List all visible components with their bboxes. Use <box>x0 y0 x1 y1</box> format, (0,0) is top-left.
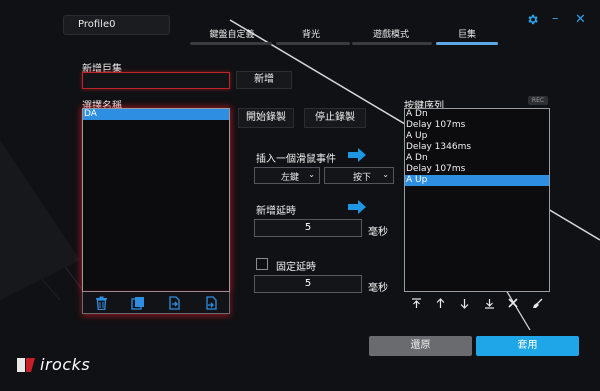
chevron-down-icon: ⌄ <box>308 170 315 179</box>
tab-game-mode-underline <box>352 42 432 45</box>
sequence-item[interactable]: A Up <box>405 131 549 142</box>
sequence-item[interactable]: A Dn <box>405 109 549 120</box>
gear-icon[interactable] <box>526 13 539 30</box>
sequence-item[interactable]: A Dn <box>405 153 549 164</box>
move-top-icon[interactable] <box>408 295 424 311</box>
profile-selector[interactable]: Profile0 <box>63 15 170 35</box>
insert-delay-arrow-icon[interactable] <box>348 200 366 217</box>
brand-mark-icon <box>17 357 35 372</box>
move-bottom-icon[interactable] <box>481 295 497 311</box>
mouse-action-select[interactable]: 按下 ⌄ <box>324 167 394 184</box>
brand-logo: irocks <box>16 355 90 374</box>
apply-button[interactable]: 套用 <box>476 336 579 356</box>
mouse-button-value: 左鍵 <box>281 173 300 183</box>
export-icon[interactable] <box>203 295 219 311</box>
minimize-button[interactable]: – <box>552 11 559 26</box>
tab-key-customize-underline <box>190 42 272 45</box>
import-icon[interactable] <box>166 295 182 311</box>
fixed-delay-input[interactable]: 5 <box>254 275 362 293</box>
start-record-button[interactable]: 開始錄製 <box>238 108 294 128</box>
delete-icon[interactable] <box>505 295 521 311</box>
sequence-item[interactable]: Delay 107ms <box>405 120 549 131</box>
tab-macro-underline <box>436 42 498 45</box>
sequence-item[interactable]: Delay 1346ms <box>405 142 549 153</box>
delay-unit: 毫秒 <box>368 227 388 238</box>
fixed-delay-unit: 毫秒 <box>368 283 388 294</box>
clear-icon[interactable] <box>530 295 546 311</box>
delay-input[interactable]: 5 <box>254 219 362 237</box>
macro-list-toolbar <box>82 292 230 314</box>
insert-mouse-event-arrow-icon[interactable] <box>348 148 366 165</box>
copy-icon[interactable] <box>130 295 146 311</box>
tab-game-mode[interactable]: 遊戲模式 <box>366 28 416 42</box>
brand-name: irocks <box>40 355 91 374</box>
macro-list[interactable]: DA <box>82 108 230 292</box>
move-down-icon[interactable] <box>457 295 473 311</box>
sequence-toolbar <box>404 294 550 312</box>
macro-list-item[interactable]: DA <box>83 109 229 120</box>
fixed-delay-label: 固定延時 <box>276 262 316 273</box>
fixed-delay-checkbox[interactable] <box>256 258 268 270</box>
key-sequence-list[interactable]: A Dn Delay 107ms A Up Delay 1346ms A Dn … <box>404 108 550 292</box>
tab-backlight-underline <box>276 42 350 45</box>
sequence-item-selected[interactable]: A Up <box>405 175 549 186</box>
tab-key-customize[interactable]: 鍵盤自定義 <box>202 28 262 42</box>
rec-badge: REC <box>528 96 548 105</box>
trash-icon[interactable] <box>93 295 109 311</box>
chevron-down-icon: ⌄ <box>382 170 389 179</box>
tab-backlight[interactable]: 背光 <box>290 28 332 42</box>
move-up-icon[interactable] <box>432 295 448 311</box>
add-delay-label: 新增延時 <box>256 206 296 217</box>
mouse-button-select[interactable]: 左鍵 ⌄ <box>254 167 320 184</box>
add-macro-button[interactable]: 新增 <box>236 71 292 89</box>
mouse-action-value: 按下 <box>353 173 372 183</box>
stop-record-button[interactable]: 停止錄製 <box>304 108 366 128</box>
sequence-item[interactable]: Delay 107ms <box>405 164 549 175</box>
mouse-event-label: 插入一個滑鼠事件 <box>256 154 336 165</box>
restore-button[interactable]: 還原 <box>369 336 472 356</box>
close-button[interactable]: ✕ <box>575 12 586 27</box>
tab-macro[interactable]: 巨集 <box>452 28 482 42</box>
new-macro-input[interactable] <box>82 72 230 89</box>
